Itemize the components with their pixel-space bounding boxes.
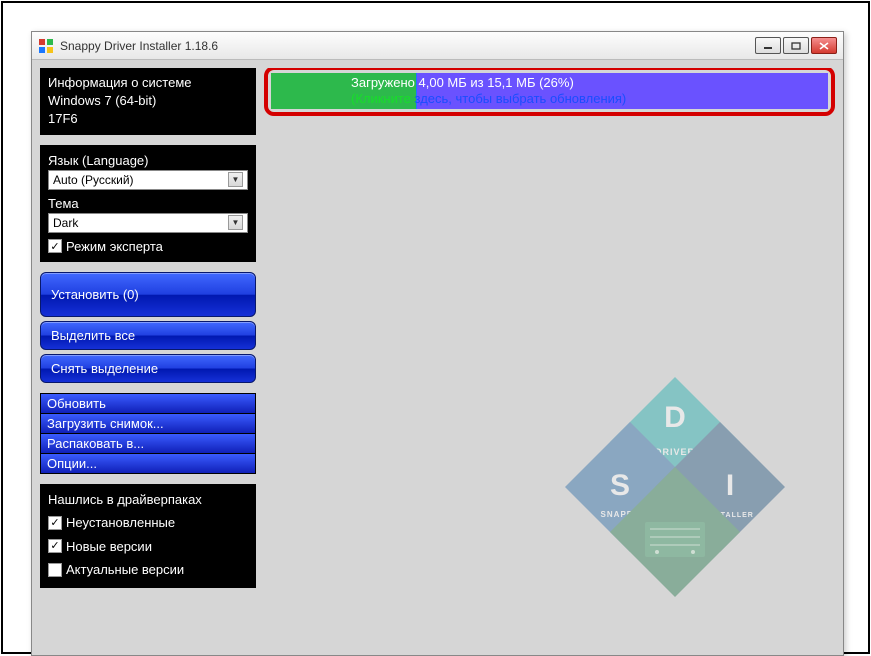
system-info-panel: Информация о системе Windows 7 (64-bit) … xyxy=(40,68,256,135)
sdi-logo: D DRIVER S SNAPPY I INSTALLER xyxy=(545,357,805,617)
download-snapshot-button[interactable]: Загрузить снимок... xyxy=(40,414,256,434)
minimize-button[interactable] xyxy=(755,37,781,54)
chevron-down-icon: ▼ xyxy=(228,215,243,230)
sysinfo-code: 17F6 xyxy=(48,110,248,128)
sysinfo-title: Информация о системе xyxy=(48,74,248,92)
language-label: Язык (Language) xyxy=(48,151,248,170)
maximize-button[interactable] xyxy=(783,37,809,54)
highlight-box: Загружено 4,00 МБ из 15,1 МБ (26%) (Клик… xyxy=(264,68,835,116)
app-icon xyxy=(38,38,54,54)
language-value: Auto (Русский) xyxy=(53,173,134,187)
download-progress[interactable]: Загружено 4,00 МБ из 15,1 МБ (26%) (Клик… xyxy=(271,73,828,109)
filter-panel: Нашлись в драйверпаках ✓ Неустановленные… xyxy=(40,484,256,588)
deselect-button[interactable]: Снять выделение xyxy=(40,354,256,383)
settings-panel: Язык (Language) Auto (Русский) ▼ Тема Da… xyxy=(40,145,256,262)
svg-text:I: I xyxy=(726,469,734,502)
progress-status: Загружено 4,00 МБ из 15,1 МБ (26%) xyxy=(351,75,626,91)
svg-text:S: S xyxy=(610,469,630,502)
sidebar: Информация о системе Windows 7 (64-bit) … xyxy=(40,68,256,647)
filter-not-installed-checkbox[interactable]: ✓ xyxy=(48,516,62,530)
filter-current-versions-checkbox[interactable] xyxy=(48,563,62,577)
sysinfo-os: Windows 7 (64-bit) xyxy=(48,92,248,110)
expert-mode-row[interactable]: ✓ Режим эксперта xyxy=(48,237,248,256)
expert-mode-checkbox[interactable]: ✓ xyxy=(48,239,62,253)
chevron-down-icon: ▼ xyxy=(228,172,243,187)
window-title: Snappy Driver Installer 1.18.6 xyxy=(60,39,755,53)
title-bar[interactable]: Snappy Driver Installer 1.18.6 xyxy=(32,32,843,60)
progress-hint: (Кликните здесь, чтобы выбрать обновлени… xyxy=(351,91,626,107)
filter-current-versions[interactable]: Актуальные версии xyxy=(48,558,248,582)
theme-value: Dark xyxy=(53,216,78,230)
install-button[interactable]: Установить (0) xyxy=(40,272,256,317)
filter-new-versions-checkbox[interactable]: ✓ xyxy=(48,539,62,553)
theme-select[interactable]: Dark ▼ xyxy=(48,213,248,233)
svg-text:D: D xyxy=(664,401,686,434)
operations-group: Обновить Загрузить снимок... Распаковать… xyxy=(40,393,256,474)
main-area: Загружено 4,00 МБ из 15,1 МБ (26%) (Клик… xyxy=(264,68,835,647)
close-button[interactable] xyxy=(811,37,837,54)
app-window: Snappy Driver Installer 1.18.6 Информаци… xyxy=(31,31,844,656)
filter-not-installed[interactable]: ✓ Неустановленные xyxy=(48,511,248,535)
expert-mode-label: Режим эксперта xyxy=(66,239,163,254)
theme-label: Тема xyxy=(48,194,248,213)
options-button[interactable]: Опции... xyxy=(40,454,256,474)
language-select[interactable]: Auto (Русский) ▼ xyxy=(48,170,248,190)
update-button[interactable]: Обновить xyxy=(40,393,256,414)
unpack-to-button[interactable]: Распаковать в... xyxy=(40,434,256,454)
filter-new-versions[interactable]: ✓ Новые версии xyxy=(48,535,248,559)
filter-title: Нашлись в драйверпаках xyxy=(48,490,248,510)
action-buttons: Установить (0) Выделить все Снять выделе… xyxy=(40,272,256,383)
select-all-button[interactable]: Выделить все xyxy=(40,321,256,350)
